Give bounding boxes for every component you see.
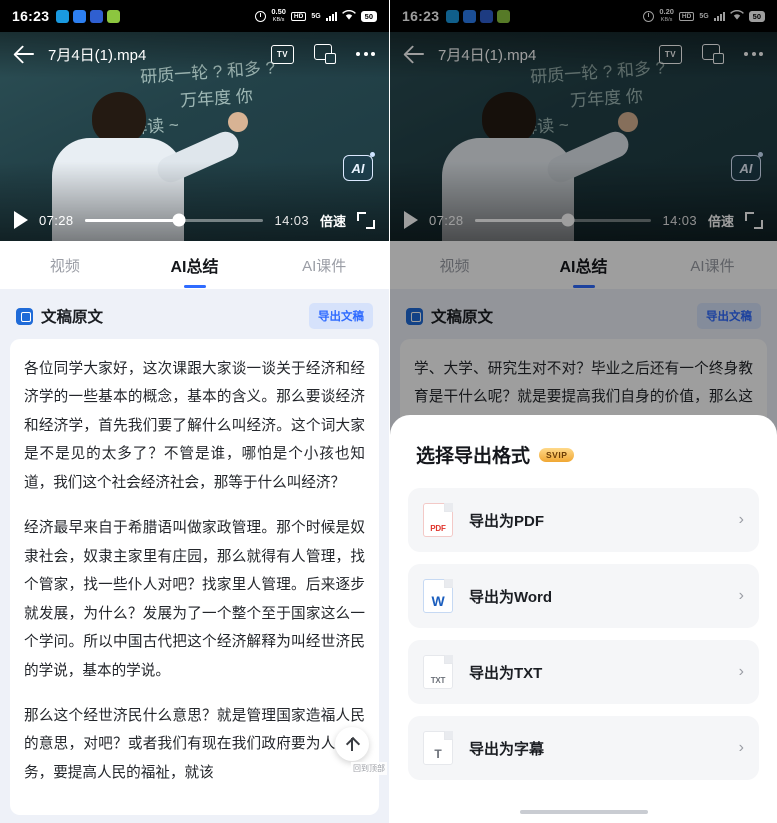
cast-tv-icon[interactable]: TV [271,44,294,64]
duration-label: 14:03 [274,212,309,228]
network-speed-unit: KB/s [272,17,285,23]
word-file-icon: W [423,579,453,613]
transcript-paragraph: 经济最早来自于希腊语叫做家政管理。那个时候是奴隶社会，奴隶主家里有庄园，那么就得… [24,520,365,679]
play-icon[interactable] [14,211,28,229]
wifi-icon [341,9,356,24]
chevron-right-icon: › [738,587,744,604]
export-option-label: 导出为字幕 [469,740,545,758]
home-indicator [519,810,648,814]
scroll-to-top-button[interactable] [335,727,369,761]
notification-app-icon-2 [73,9,87,23]
tab-video[interactable]: 视频 [0,255,130,276]
transcript-card[interactable]: 各位同学大家好，这次课跟大家谈一谈关于经济和经济学的一些基本的概念，基本的含义。… [10,339,379,815]
export-option-label: 导出为TXT [469,664,543,682]
tab-bar: 视频 AI总结 AI课件 [0,241,389,289]
transcript-panel: 文稿原文 导出文稿 各位同学大家好，这次课跟大家谈一谈关于经济和经济学的一些基本… [0,289,389,823]
export-transcript-button[interactable]: 导出文稿 [309,303,373,329]
transcript-paragraph: 那么这个经世济民什么意思？就是管理国家造福人民的意思，对吧？或者我们有现在我们政… [24,707,365,781]
more-options-icon[interactable] [356,52,375,56]
phone-screen-left: 16:23 0.50 KB/s HD 5G 50 7月4日(1).mp4 TV … [0,0,389,823]
sheet-title: 选择导出格式 [416,446,531,467]
network-speed: 0.50 KB/s [271,8,286,24]
notification-app-icon-3 [90,9,104,23]
notification-app-icon-4 [107,9,121,23]
transcript-paragraph: 各位同学大家好，这次课跟大家谈一谈关于经济和经济学的一些基本的概念，基本的含义。… [24,361,365,491]
word-icon-text: W [431,593,445,609]
progress-fill [84,218,180,222]
back-icon[interactable] [14,43,36,65]
ai-assistant-badge[interactable]: AI [343,152,375,181]
video-progress-slider[interactable] [84,213,264,227]
video-player[interactable]: 研质一轮 ? 和多 ? 万年度 你 解读 ~ 7月4日(1).mp4 TV AI [0,32,389,241]
chevron-right-icon: › [738,511,744,528]
video-title: 7月4日(1).mp4 [48,46,147,64]
document-icon [16,307,33,325]
video-controls-bar: 07:28 14:03 倍速 [0,199,389,241]
network-speed-value: 0.50 [271,7,286,16]
signal-bars-icon [325,11,337,21]
status-bar-app-icons [56,9,121,23]
fullscreen-icon[interactable] [357,211,375,229]
phone-screen-right: 16:23 0.20 KB/s HD 5G 50 7月4日(1).mp4 TV … [389,0,777,823]
txt-file-icon: TXT [423,655,453,689]
tab-ai-courseware[interactable]: AI课件 [259,255,389,276]
status-bar-time: 16:23 [12,8,50,24]
tab-ai-summary[interactable]: AI总结 [130,253,260,277]
export-option-label: 导出为Word [469,588,553,606]
transcript-header: 文稿原文 导出文稿 [10,289,379,339]
subtitle-icon-text: T [434,747,442,761]
transcript-title: 文稿原文 [41,309,104,326]
export-option-pdf[interactable]: PDF 导出为PDF › [408,488,759,552]
network-type-label: 5G [311,12,321,20]
export-format-sheet: 选择导出格式 SVIP PDF 导出为PDF › W 导出为Word › TXT… [390,415,777,823]
export-option-txt[interactable]: TXT 导出为TXT › [408,640,759,704]
picture-in-picture-icon[interactable] [314,44,336,64]
status-bar-right-group: 0.50 KB/s HD 5G 50 [255,8,377,24]
video-header-bar: 7月4日(1).mp4 TV [0,32,389,76]
notification-app-icon-1 [56,9,70,23]
pdf-icon-text: PDF [430,524,446,533]
dual-screenshot-container: 16:23 0.50 KB/s HD 5G 50 7月4日(1).mp4 TV … [0,0,777,823]
export-option-word[interactable]: W 导出为Word › [408,564,759,628]
alarm-clock-icon [255,10,267,22]
battery-icon: 50 [360,10,377,22]
scroll-to-top-label: 回到顶部 [351,762,387,775]
subtitle-file-icon: T [423,731,453,765]
arrow-up-icon [347,737,358,751]
svip-badge: SVIP [539,447,575,462]
status-bar: 16:23 0.50 KB/s HD 5G 50 [0,0,389,32]
chevron-right-icon: › [738,663,744,680]
progress-knob[interactable] [172,213,186,227]
video-header-actions: TV [271,44,375,64]
hd-icon: HD [290,11,307,21]
pdf-file-icon: PDF [423,503,453,537]
export-option-subtitle[interactable]: T 导出为字幕 › [408,716,759,780]
sheet-header: 选择导出格式 SVIP [408,441,759,488]
playback-speed-button[interactable]: 倍速 [320,211,346,230]
export-option-label: 导出为PDF [469,512,545,530]
chevron-right-icon: › [738,739,744,756]
current-time-label: 07:28 [39,212,74,228]
txt-icon-text: TXT [430,676,446,685]
